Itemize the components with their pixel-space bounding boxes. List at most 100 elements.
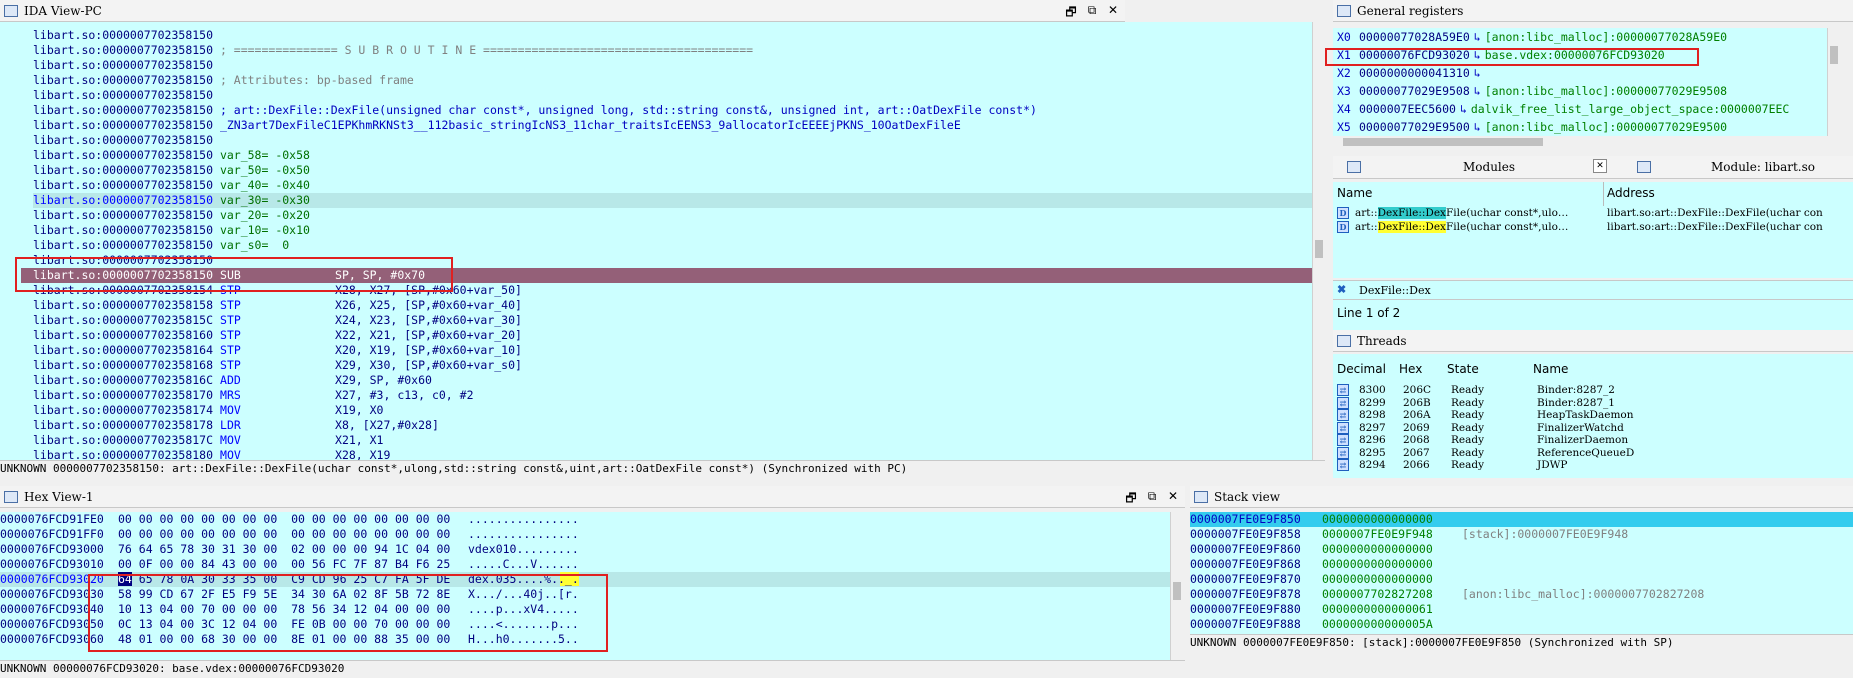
stack-value[interactable]: 0000000000000000	[1322, 572, 1462, 587]
hex-float-icon[interactable]: ⧉	[1146, 489, 1158, 510]
register-row[interactable]: X2 0000000000041310 ↳	[1333, 64, 1827, 82]
disasm-line[interactable]: libart.so:0000007702358180 MOV X28, X19	[33, 448, 1312, 460]
threads-col-state[interactable]: State	[1447, 362, 1479, 376]
hex-ascii[interactable]: .....C...V......	[468, 557, 579, 571]
thread-row[interactable]: ⇄ 8300 206C Ready Binder:8287_2	[1337, 384, 1853, 397]
disasm-line[interactable]: libart.so:0000007702358174 MOV X19, X0	[33, 403, 1312, 418]
hex-row[interactable]: 0000076FCD93050 0C 13 04 00 3C 12 04 00 F…	[0, 617, 1170, 632]
registers-vertical-scrollbar[interactable]	[1827, 28, 1840, 136]
register-value[interactable]: 0000007EEC5600	[1359, 102, 1456, 116]
disasm-line[interactable]: libart.so:0000007702358168 STP X29, X30, […	[33, 358, 1312, 373]
stack-row[interactable]: 0000007FE0E9F868 0000000000000000	[1190, 557, 1853, 572]
disasm-line[interactable]: libart.so:0000007702358150 ; ===========…	[33, 43, 1312, 58]
hex-row[interactable]: 0000076FCD93040 10 13 04 00 70 00 00 00 7…	[0, 602, 1170, 617]
registers-horizontal-scrollbar[interactable]	[1333, 136, 1827, 148]
hex-row[interactable]: 0000076FCD93020 64 65 78 0A 30 33 35 00 C…	[0, 572, 1170, 587]
hex-selected-byte[interactable]: 64	[118, 572, 132, 586]
disasm-line[interactable]: libart.so:0000007702358150	[33, 133, 1312, 148]
disasm-line[interactable]: libart.so:0000007702358150 SUB SP, SP, #0x…	[21, 268, 1312, 283]
stack-value[interactable]: 000000000000005A	[1322, 617, 1462, 632]
register-value[interactable]: 00000077028A59E0	[1359, 30, 1470, 44]
disasm-line[interactable]: libart.so:000000770235816C ADD X29, SP, #0…	[33, 373, 1312, 388]
tab-modules[interactable]: Modules	[1463, 160, 1515, 174]
hex-ascii[interactable]: dex.035....%.._.	[468, 572, 579, 586]
hex-row[interactable]: 0000076FCD93010 00 0F 00 00 84 43 00 00 0…	[0, 557, 1170, 572]
disasm-line[interactable]: libart.so:0000007702358150	[33, 88, 1312, 103]
modules-table[interactable]: Name Address Dart::DexFile::DexFile(ucha…	[1333, 182, 1853, 278]
disasm-line[interactable]: libart.so:0000007702358150 var_58= -0x58	[33, 148, 1312, 163]
ida-vertical-scrollbar[interactable]	[1312, 22, 1325, 460]
disasm-line[interactable]: libart.so:0000007702358160 STP X22, X21, […	[33, 328, 1312, 343]
disasm-line[interactable]: libart.so:0000007702358150 var_50= -0x50	[33, 163, 1312, 178]
disasm-line[interactable]: libart.so:0000007702358178 LDR X8, [X27,#0…	[33, 418, 1312, 433]
hex-bytes[interactable]: 58 99 CD 67 2F E5 F9 5E 34 30 6A 02 8F 5…	[118, 587, 468, 602]
disasm-line[interactable]: libart.so:000000770235815C STP X24, X23, […	[33, 313, 1312, 328]
disasm-line[interactable]: libart.so:0000007702358150 _ZN3art7DexFi…	[33, 118, 1312, 133]
hex-ascii[interactable]: ....<.......p...	[468, 617, 579, 631]
register-label[interactable]: [anon:libc_malloc]:00000077029E9500	[1485, 120, 1727, 134]
modules-filter-text[interactable]: DexFile::Dex	[1359, 284, 1431, 297]
stack-row[interactable]: 0000007FE0E9F860 0000000000000000	[1190, 542, 1853, 557]
hex-bytes[interactable]: 00 00 00 00 00 00 00 00 00 00 00 00 00 0…	[118, 527, 468, 542]
hex-ascii[interactable]: H...h0.......5..	[468, 632, 579, 646]
thread-row[interactable]: ⇄ 8295 2067 Ready ReferenceQueueD	[1337, 446, 1853, 460]
hex-row[interactable]: 0000076FCD91FF0 00 00 00 00 00 00 00 00 0…	[0, 527, 1170, 542]
register-row[interactable]: X0 00000077028A59E0 ↳ [anon:libc_malloc]:00…	[1333, 28, 1827, 46]
stack-value[interactable]: 0000000000000000	[1322, 512, 1462, 527]
hex-bytes[interactable]: 0C 13 04 00 3C 12 04 00 FE 0B 00 00 70 0…	[118, 617, 468, 632]
disasm-line[interactable]: libart.so:0000007702358164 STP X20, X19, […	[33, 343, 1312, 358]
register-label[interactable]: dalvik_free_list_large_object_space:0000…	[1471, 102, 1790, 116]
register-value[interactable]: 00000076FCD93020	[1359, 48, 1470, 62]
stack-value[interactable]: 0000000000000061	[1322, 602, 1462, 617]
disasm-line[interactable]: libart.so:0000007702358150	[33, 58, 1312, 73]
tab-module-libart[interactable]: Module: libart.so	[1711, 160, 1815, 174]
stack-list[interactable]: 0000007FE0E9F850 0000000000000000 0000007F…	[1190, 512, 1853, 634]
float-icon[interactable]: ⧉	[1086, 3, 1098, 24]
filter-close-icon[interactable]: ✖	[1337, 283, 1346, 296]
tab-close-icon[interactable]: ✕	[1593, 159, 1607, 173]
module-row[interactable]: Dart::DexFile::DexFile(uchar const*,ulo……	[1337, 206, 1853, 220]
stack-row[interactable]: 0000007FE0E9F880 0000000000000061	[1190, 602, 1853, 617]
thread-row[interactable]: ⇄ 8297 2069 Ready FinalizerWatchd	[1337, 421, 1853, 435]
register-label[interactable]: [anon:libc_malloc]:00000077029E9508	[1485, 84, 1727, 98]
hex-close-icon[interactable]: ✕	[1167, 489, 1179, 510]
threads-col-hex[interactable]: Hex	[1399, 362, 1422, 376]
thread-row[interactable]: ⇄ 8299 206B Ready Binder:8287_1	[1337, 396, 1853, 410]
disasm-line[interactable]: libart.so:0000007702358150	[33, 28, 1312, 43]
stack-row[interactable]: 0000007FE0E9F858 0000007FE0E9F948 [stack]:…	[1190, 527, 1853, 542]
hex-bytes[interactable]: 00 0F 00 00 84 43 00 00 00 56 FC 7F 87 B…	[118, 557, 468, 572]
stack-value[interactable]: 0000000000000000	[1322, 557, 1462, 572]
hex-bytes[interactable]: 64 65 78 0A 30 33 35 00 C9 CD 96 25 C7 F…	[118, 572, 468, 587]
restore-icon[interactable]: 🗗	[1065, 3, 1077, 24]
thread-row[interactable]: ⇄ 8298 206A Ready HeapTaskDaemon	[1337, 409, 1853, 422]
register-value[interactable]: 00000077029E9500	[1359, 120, 1470, 134]
disasm-line[interactable]: libart.so:0000007702358150 var_30= -0x30	[33, 193, 1312, 208]
hex-bytes[interactable]: 48 01 00 00 68 30 00 00 8E 01 00 00 88 3…	[118, 632, 468, 647]
thread-row[interactable]: ⇄ 8296 2068 Ready FinalizerDaemon	[1337, 434, 1853, 447]
threads-table[interactable]: Decimal Hex State Name ⇄ 8300 206C Ready Bin…	[1333, 354, 1853, 478]
hex-dump[interactable]: 0000076FCD91FE0 00 00 00 00 00 00 00 00 0…	[0, 512, 1170, 660]
disasm-line[interactable]: libart.so:0000007702358150	[33, 253, 1312, 268]
stack-value[interactable]: 0000000000000000	[1322, 542, 1462, 557]
hex-ascii[interactable]: vdex010.........	[468, 542, 579, 556]
hex-row[interactable]: 0000076FCD93060 48 01 00 00 68 30 00 00 8…	[0, 632, 1170, 647]
register-row[interactable]: X4 0000007EEC5600 ↳ dalvik_free_list_large_…	[1333, 100, 1827, 118]
disasm-line[interactable]: libart.so:0000007702358150 var_20= -0x20	[33, 208, 1312, 223]
close-icon[interactable]: ✕	[1107, 3, 1119, 24]
hex-ascii[interactable]: ....p...xV4.....	[468, 602, 579, 616]
register-row[interactable]: X1 00000076FCD93020 ↳ base.vdex:00000076FCD…	[1333, 46, 1827, 64]
hex-row[interactable]: 0000076FCD91FE0 00 00 00 00 00 00 00 00 0…	[0, 512, 1170, 527]
disasm-line[interactable]: libart.so:0000007702358158 STP X26, X25, […	[33, 298, 1312, 313]
disasm-line[interactable]: libart.so:0000007702358150 var_s0= 0	[33, 238, 1312, 253]
register-row[interactable]: X3 00000077029E9508 ↳ [anon:libc_malloc]:00…	[1333, 82, 1827, 100]
disasm-line[interactable]: libart.so:0000007702358150 var_40= -0x40	[33, 178, 1312, 193]
modules-col-name[interactable]: Name	[1337, 186, 1372, 200]
stack-row[interactable]: 0000007FE0E9F878 0000007702827208 [anon:li…	[1190, 587, 1853, 602]
disasm-line[interactable]: libart.so:000000770235817C MOV X21, X1	[33, 433, 1312, 448]
hex-ascii[interactable]: ................	[468, 512, 579, 526]
modules-col-address[interactable]: Address	[1607, 186, 1655, 200]
thread-row[interactable]: ⇄ 8294 2066 Ready JDWP	[1337, 459, 1853, 472]
disasm-line[interactable]: libart.so:0000007702358150 var_10= -0x10	[33, 223, 1312, 238]
disasm-line[interactable]: libart.so:0000007702358154 STP X28, X27, […	[33, 283, 1312, 298]
breakpoint-gutter[interactable]	[0, 22, 18, 460]
